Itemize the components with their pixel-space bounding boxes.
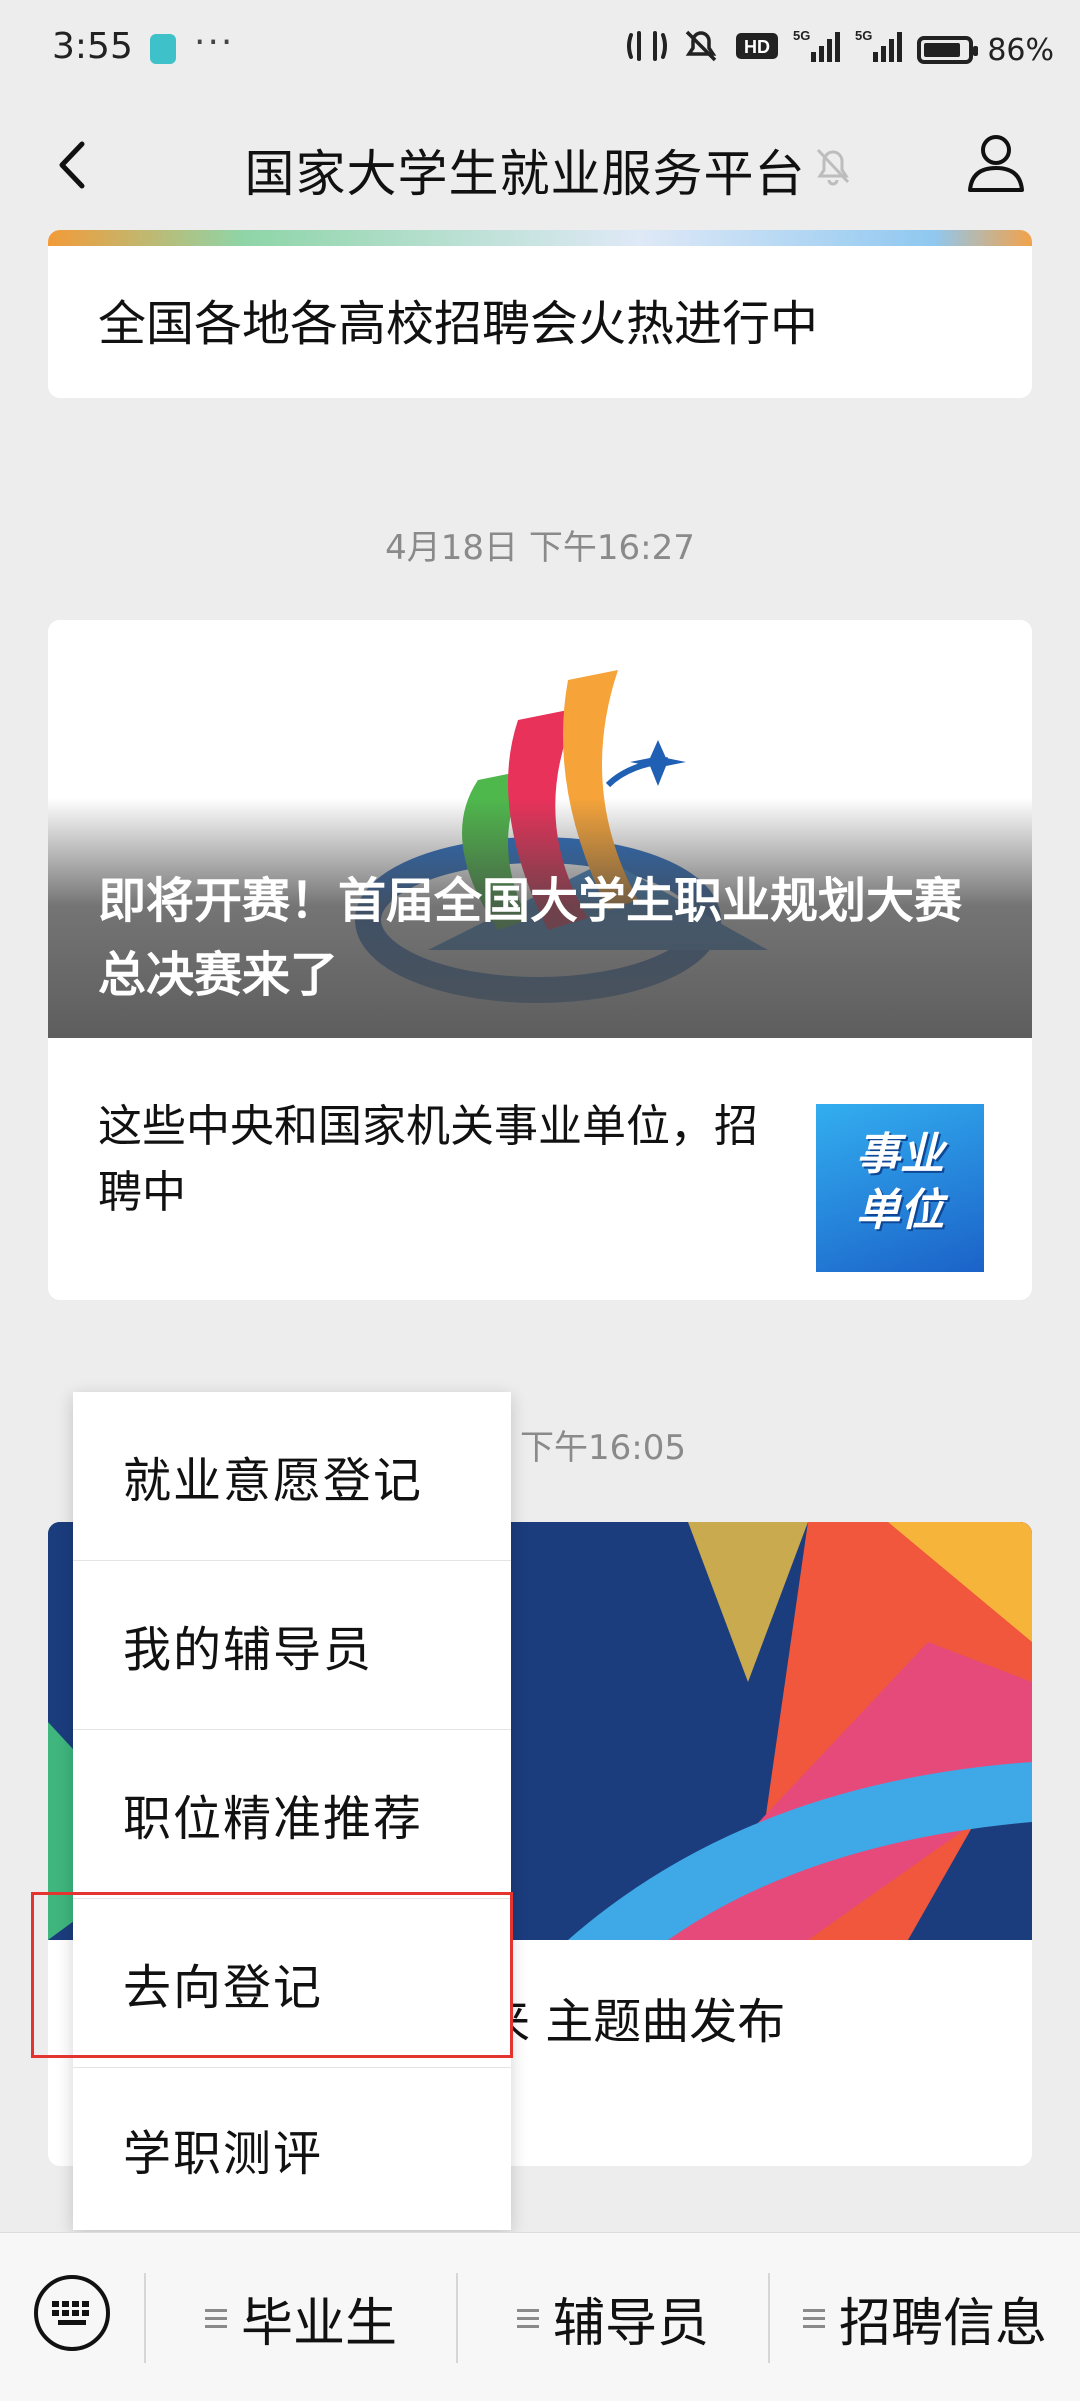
thumbnail-text-1: 事业 bbox=[856, 1129, 944, 1180]
article-thumbnail: 事业 单位 bbox=[816, 1104, 984, 1272]
menu-lines-icon bbox=[204, 2304, 227, 2333]
article-title-2: 这些中央和国家机关事业单位，招聘中 bbox=[98, 1101, 758, 1218]
article-row-2[interactable]: 这些中央和国家机关事业单位，招聘中 事业 单位 bbox=[48, 1038, 1032, 1300]
network-label-2: 5G bbox=[855, 28, 872, 43]
highlight-box bbox=[31, 1892, 513, 2058]
more-notifications-icon: ··· bbox=[194, 22, 235, 63]
tab-label: 招聘信息 bbox=[838, 2293, 1047, 2354]
tab-label: 毕业生 bbox=[240, 2293, 397, 2354]
mute-icon bbox=[681, 28, 721, 72]
vibrate-icon bbox=[627, 29, 668, 71]
keyboard-icon[interactable] bbox=[32, 2273, 112, 2353]
menu-item-my-counselor[interactable]: 我的辅导员 bbox=[73, 1561, 511, 1730]
location-app-icon bbox=[150, 34, 176, 64]
message-timestamp-2: 下午16:05 bbox=[520, 1428, 686, 1468]
article-title-1: 全国各地各高校招聘会火热进行中 bbox=[98, 296, 819, 352]
notification-muted-bell-icon bbox=[808, 140, 858, 190]
popup-menu: 就业意愿登记 我的辅导员 职位精准推荐 去向登记 学职测评 bbox=[73, 1392, 511, 2230]
menu-item-label: 我的辅导员 bbox=[123, 1622, 374, 1678]
menu-item-job-recommendation[interactable]: 职位精准推荐 bbox=[73, 1730, 511, 1899]
bottom-menu-bar: 毕业生 辅导员 招聘信息 bbox=[0, 2232, 1080, 2401]
menu-lines-icon bbox=[802, 2304, 825, 2333]
menu-item-career-assessment[interactable]: 学职测评 bbox=[73, 2068, 511, 2230]
menu-item-label: 职位精准推荐 bbox=[123, 1791, 424, 1847]
message-timestamp-1: 4月18日 下午16:27 bbox=[385, 528, 695, 568]
tab-label: 辅导员 bbox=[552, 2293, 709, 2354]
network-label-1: 5G bbox=[793, 28, 810, 43]
page-title: 国家大学生就业服务平台 bbox=[244, 145, 806, 203]
battery-fill bbox=[924, 43, 961, 57]
signal-5g-icon-2: 5G bbox=[855, 28, 903, 72]
battery-percent: 86% bbox=[987, 32, 1054, 68]
menu-item-label: 就业意愿登记 bbox=[123, 1453, 424, 1509]
battery-icon bbox=[917, 36, 979, 64]
tab-counselors[interactable]: 辅导员 bbox=[458, 2273, 768, 2363]
user-profile-icon[interactable] bbox=[960, 126, 1032, 198]
app-header: 国家大学生就业服务平台 bbox=[0, 100, 1080, 230]
article-card-2[interactable]: 即将开赛！首届全国大学生职业规划大赛总决赛来了 这些中央和国家机关事业单位，招聘… bbox=[48, 620, 1032, 1300]
status-bar: 3:55 ··· HD 5G 5G 86% bbox=[0, 0, 1080, 100]
signal-5g-icon-1: 5G bbox=[793, 28, 841, 72]
menu-item-employment-intention[interactable]: 就业意愿登记 bbox=[73, 1392, 511, 1561]
article-banner-1[interactable]: 即将开赛！首届全国大学生职业规划大赛总决赛来了 bbox=[48, 620, 1032, 1038]
menu-item-label: 学职测评 bbox=[123, 2126, 324, 2182]
hd-text: HD bbox=[744, 37, 770, 57]
status-time: 3:55 bbox=[52, 26, 133, 67]
status-right-cluster: HD 5G 5G 86% bbox=[627, 22, 1054, 78]
thumbnail-text-2: 单位 bbox=[856, 1185, 944, 1236]
card1-image-strip bbox=[48, 230, 1032, 246]
hd-icon: HD bbox=[735, 30, 779, 70]
menu-lines-icon bbox=[516, 2304, 539, 2333]
article-card-1[interactable]: 全国各地各高校招聘会火热进行中 bbox=[48, 230, 1032, 398]
banner-title-1: 即将开赛！首届全国大学生职业规划大赛总决赛来了 bbox=[98, 873, 963, 1003]
tab-recruitment-info[interactable]: 招聘信息 bbox=[770, 2273, 1080, 2363]
tab-graduates[interactable]: 毕业生 bbox=[146, 2273, 456, 2363]
